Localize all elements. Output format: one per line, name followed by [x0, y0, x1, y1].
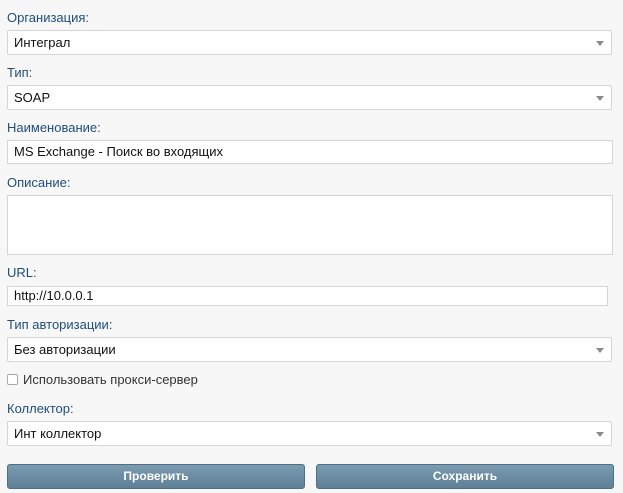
- auth-type-label: Тип авторизации:: [7, 317, 113, 332]
- proxy-checkbox-row[interactable]: Использовать прокси-сервер: [7, 371, 198, 387]
- organization-value: Интеграл: [14, 35, 71, 50]
- auth-type-select[interactable]: Без авторизации: [7, 337, 612, 362]
- proxy-checkbox-label[interactable]: Использовать прокси-сервер: [23, 372, 198, 387]
- auth-type-value: Без авторизации: [14, 342, 116, 357]
- type-value: SOAP: [14, 90, 51, 105]
- check-button[interactable]: Проверить: [7, 464, 305, 489]
- organization-select[interactable]: Интеграл: [7, 30, 612, 55]
- chevron-down-icon: [596, 96, 604, 101]
- description-label: Описание:: [7, 175, 71, 190]
- chevron-down-icon: [596, 41, 604, 46]
- chevron-down-icon: [596, 348, 604, 353]
- description-textarea[interactable]: [7, 195, 613, 255]
- collector-select[interactable]: Инт коллектор: [7, 421, 612, 446]
- save-button[interactable]: Сохранить: [316, 464, 614, 489]
- name-input[interactable]: MS Exchange - Поиск во входящих: [7, 140, 613, 164]
- organization-label: Организация:: [7, 10, 90, 25]
- type-select[interactable]: SOAP: [7, 85, 612, 110]
- collector-label: Коллектор:: [7, 401, 74, 416]
- type-label: Тип:: [7, 65, 33, 80]
- chevron-down-icon: [596, 432, 604, 437]
- url-input[interactable]: http://10.0.0.1: [7, 286, 608, 306]
- proxy-checkbox[interactable]: [7, 373, 18, 385]
- collector-value: Инт коллектор: [14, 426, 102, 441]
- url-label: URL:: [7, 265, 37, 280]
- name-label: Наименование:: [7, 120, 101, 135]
